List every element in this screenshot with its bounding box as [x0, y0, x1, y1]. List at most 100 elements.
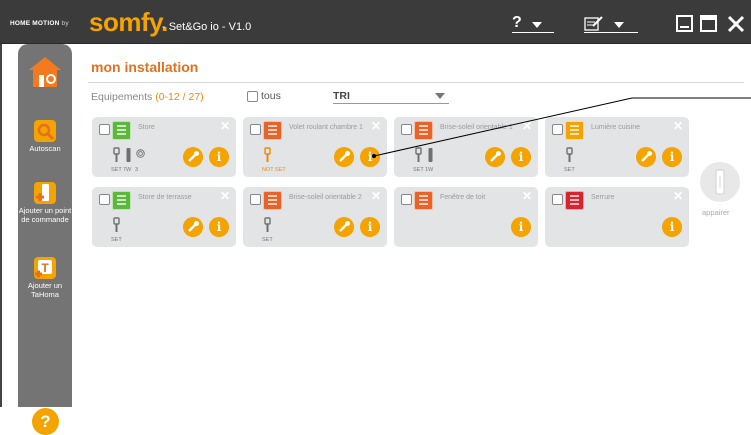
info-button[interactable]: i	[662, 217, 682, 237]
equipment-card[interactable]: Serrure ✕ i	[545, 187, 689, 247]
tool-label: SET	[262, 237, 273, 243]
chevron-down-icon	[614, 22, 624, 28]
equipment-card[interactable]: Store de terrasse ✕ SET i	[92, 187, 236, 247]
card-name: Brise-soleil orientable 1	[440, 124, 513, 131]
help-menu[interactable]: ?	[512, 13, 554, 33]
close-icon[interactable]: ✕	[673, 189, 683, 203]
close-icon[interactable]: ✕	[522, 119, 532, 133]
wrench-icon	[641, 151, 652, 162]
equipment-card[interactable]: Store ✕ SET 7W 3 i	[92, 117, 236, 177]
info-button[interactable]: i	[209, 217, 229, 237]
help-menu-label: ?	[512, 14, 522, 31]
awning-icon	[112, 191, 131, 210]
autoscan-icon	[34, 120, 56, 142]
lock-icon	[565, 191, 584, 210]
info-button[interactable]: i	[360, 217, 380, 237]
info-button[interactable]: i	[662, 147, 682, 167]
close-icon[interactable]: ✕	[522, 189, 532, 203]
add-remote-icon	[34, 182, 56, 204]
close-icon[interactable]: ✕	[371, 189, 381, 203]
sidebar-item-label: Ajouter un TaHoma	[27, 281, 63, 299]
card-checkbox[interactable]	[99, 194, 110, 205]
sort-dropdown[interactable]: TRI	[333, 90, 449, 104]
card-checkbox[interactable]	[401, 194, 412, 205]
equipment-card[interactable]: Brise-soleil orientable 2 ✕ SET i	[243, 187, 387, 247]
sidebar: Autoscan Ajouter un point de commande T …	[18, 44, 72, 435]
settings-wrench-button[interactable]	[334, 217, 354, 237]
card-name: Fenêtre de toit	[440, 194, 486, 201]
equipment-card[interactable]: Fenêtre de toit ✕ i	[394, 187, 538, 247]
card-checkbox[interactable]	[99, 124, 110, 135]
settings-wrench-button[interactable]	[334, 147, 354, 167]
app-window: HOME MOTION by somfy. - Set&Go io - V1.0 …	[0, 0, 751, 435]
sort-value: TRI	[333, 90, 350, 102]
key-icon	[113, 217, 120, 232]
tool-label: 7W	[123, 167, 132, 173]
close-icon[interactable]: ✕	[220, 119, 230, 133]
venetian-blind-icon	[414, 121, 433, 140]
close-window-button[interactable]	[726, 14, 746, 34]
window-left-border	[0, 44, 2, 407]
card-checkbox[interactable]	[250, 194, 261, 205]
select-all-checkbox[interactable]	[247, 90, 258, 102]
card-checkbox[interactable]	[250, 124, 261, 135]
select-all-toggle[interactable]: tous	[247, 90, 281, 102]
chevron-down-icon	[531, 22, 542, 28]
sensor-icon	[136, 149, 145, 158]
card-name: Serrure	[591, 194, 615, 201]
maximize-button[interactable]	[700, 15, 717, 32]
tool-label: 1W	[425, 167, 434, 173]
venetian-blind-icon	[263, 191, 282, 210]
key-icon	[415, 147, 422, 162]
settings-wrench-button[interactable]	[636, 147, 656, 167]
tool-label: SET	[111, 167, 122, 173]
tool-label: SET	[564, 167, 575, 173]
sidebar-item-add-tahoma[interactable]: T Ajouter un TaHoma	[18, 257, 72, 299]
card-checkbox[interactable]	[552, 194, 563, 205]
settings-wrench-button[interactable]	[485, 147, 505, 167]
awning-icon	[112, 121, 131, 140]
close-icon[interactable]: ✕	[371, 119, 381, 133]
help-button[interactable]: ?	[32, 408, 59, 435]
equipment-card[interactable]: Volet roulant chambre 1 ✕ NOT SET i	[243, 117, 387, 177]
card-checkbox[interactable]	[552, 124, 563, 135]
settings-wrench-button[interactable]	[183, 217, 203, 237]
chevron-down-icon	[435, 93, 445, 99]
svg-text:T: T	[41, 261, 49, 275]
wrench-icon	[188, 221, 199, 232]
wrench-icon	[490, 151, 501, 162]
card-name: Volet roulant chambre 1	[289, 124, 363, 131]
info-button[interactable]: i	[360, 147, 380, 167]
remote-icon	[126, 148, 131, 162]
sidebar-item-add-control-point[interactable]: Ajouter un point de commande	[18, 182, 72, 224]
settings-wrench-button[interactable]	[183, 147, 203, 167]
wrench-icon	[188, 151, 199, 162]
close-icon[interactable]: ✕	[220, 189, 230, 203]
close-icon[interactable]: ✕	[673, 119, 683, 133]
card-checkbox[interactable]	[401, 124, 412, 135]
sidebar-item-label: Autoscan	[29, 144, 61, 153]
edit-note-icon	[584, 16, 603, 31]
title-bar: HOME MOTION by somfy. - Set&Go io - V1.0 …	[0, 0, 751, 44]
edit-menu[interactable]	[584, 13, 638, 33]
title-divider	[88, 82, 744, 83]
info-button[interactable]: i	[511, 147, 531, 167]
sidebar-item-autoscan[interactable]: Autoscan	[18, 120, 72, 154]
equipment-card[interactable]: Lumière cuisine ✕ SET i	[545, 117, 689, 177]
pair-label: appairer	[702, 208, 730, 217]
add-tahoma-icon: T	[34, 257, 56, 279]
minimize-button[interactable]	[676, 15, 693, 32]
card-name: Lumière cuisine	[591, 124, 641, 131]
equipment-card[interactable]: Brise-soleil orientable 1 ✕ SET 1W i	[394, 117, 538, 177]
tool-label: SET	[413, 167, 424, 173]
card-name: Brise-soleil orientable 2	[289, 194, 362, 201]
select-all-label: tous	[261, 90, 281, 102]
home-icon[interactable]	[28, 56, 62, 88]
card-name: Store	[138, 124, 155, 131]
remote-icon	[428, 148, 433, 162]
card-name: Store de terrasse	[138, 194, 192, 201]
info-button[interactable]: i	[209, 147, 229, 167]
pair-button[interactable]	[700, 162, 740, 202]
info-button[interactable]: i	[511, 217, 531, 237]
page-title: mon installation	[91, 59, 199, 75]
